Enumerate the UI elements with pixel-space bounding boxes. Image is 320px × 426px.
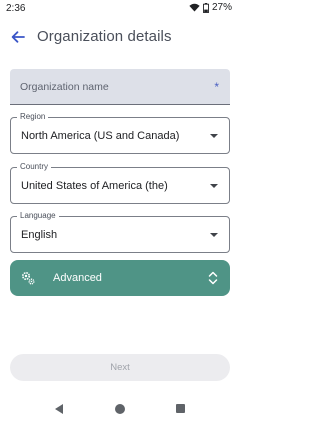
country-label: Country [17, 162, 52, 172]
dropdown-arrow-icon [210, 184, 218, 188]
battery-icon [203, 2, 209, 13]
next-button[interactable]: Next [10, 354, 230, 381]
language-select[interactable]: Language English [10, 211, 230, 253]
language-label: Language [17, 211, 59, 221]
app-bar: Organization details [0, 22, 240, 54]
status-icons: 27% [189, 2, 232, 13]
country-value: United States of America (the) [21, 180, 168, 192]
language-value: English [21, 229, 58, 241]
page-title: Organization details [37, 28, 172, 45]
organization-name-field[interactable]: Organization name * [10, 69, 230, 105]
gear-icon [21, 271, 35, 285]
status-bar: 2:36 27% [0, 0, 240, 18]
wifi-icon [189, 3, 200, 12]
country-select[interactable]: Country United States of America (the) [10, 162, 230, 204]
status-time: 2:36 [6, 3, 26, 14]
battery-percent: 27% [211, 2, 232, 13]
advanced-section-toggle[interactable]: Advanced [10, 260, 230, 296]
arrow-left-icon[interactable] [9, 28, 27, 46]
dropdown-arrow-icon [210, 134, 218, 138]
advanced-label: Advanced [53, 272, 102, 284]
nav-home-icon[interactable] [115, 404, 125, 414]
region-select[interactable]: Region North America (US and Canada) [10, 112, 230, 154]
required-marker: * [214, 80, 219, 94]
organization-name-placeholder: Organization name [20, 81, 109, 93]
unfold-icon [208, 271, 218, 285]
nav-recents-icon[interactable] [176, 404, 185, 413]
system-nav-bar [0, 398, 240, 422]
region-label: Region [17, 112, 49, 122]
next-button-label: Next [110, 362, 130, 373]
region-value: North America (US and Canada) [21, 130, 180, 142]
dropdown-arrow-icon [210, 233, 218, 237]
nav-back-icon[interactable] [55, 404, 63, 414]
